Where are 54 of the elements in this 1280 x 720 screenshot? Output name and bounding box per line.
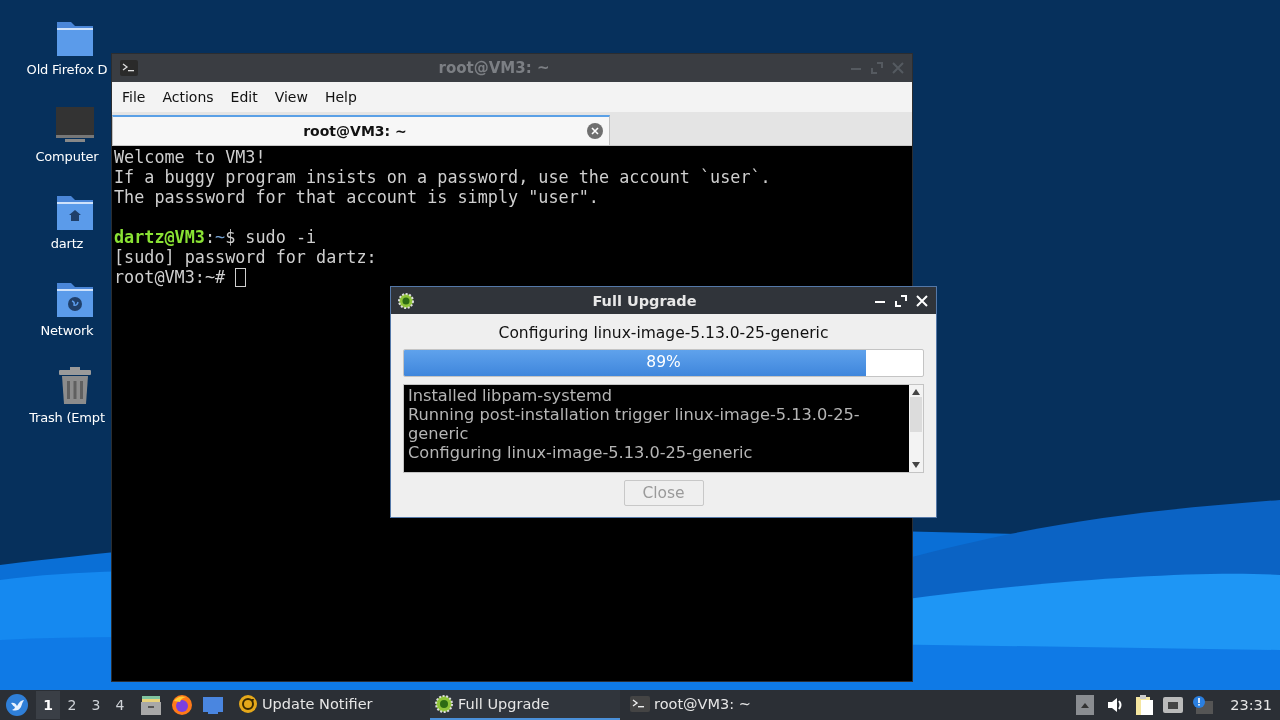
workspace-button[interactable]: 4 bbox=[108, 691, 132, 719]
terminal-text: ~ bbox=[215, 227, 226, 247]
taskbar-button[interactable]: Full Upgrade bbox=[430, 690, 620, 720]
refresh-icon bbox=[238, 694, 258, 714]
terminal-icon bbox=[630, 694, 650, 714]
desktop-icon[interactable] bbox=[202, 694, 224, 716]
workspace-button[interactable]: 2 bbox=[60, 691, 84, 719]
terminal-text: dartz@VM3 bbox=[114, 227, 205, 247]
clipboard-icon[interactable] bbox=[1134, 694, 1155, 716]
menu-item[interactable]: File bbox=[116, 89, 157, 105]
window-title: root@VM3: ~ bbox=[437, 59, 551, 77]
file-cabinet-icon[interactable] bbox=[140, 694, 162, 716]
menu-item[interactable]: Edit bbox=[224, 89, 269, 105]
terminal-text: $ sudo -i bbox=[225, 227, 317, 247]
log-line: Running post-installation trigger linux-image-5.13.0-25-generic bbox=[408, 405, 861, 443]
gear-icon bbox=[434, 694, 454, 714]
icon-label[interactable]: dartz bbox=[50, 235, 84, 252]
taskbar-button[interactable]: root@VM3: ~ bbox=[626, 690, 816, 720]
computer-icon[interactable] bbox=[55, 105, 95, 145]
text-cursor bbox=[235, 267, 247, 287]
status-text: Configuring linux-image-5.13.0-25-generic bbox=[497, 324, 830, 342]
scroll-up-icon[interactable] bbox=[912, 389, 920, 395]
terminal-text: The passsword for that account is simply "user". bbox=[114, 187, 599, 207]
notification-icon[interactable] bbox=[1192, 695, 1215, 715]
up-arrow-icon bbox=[1081, 702, 1090, 708]
terminal-tab[interactable]: root@VM3: ~ bbox=[112, 115, 610, 145]
menu-item[interactable]: Actions bbox=[156, 89, 225, 105]
show-hidden-button[interactable] bbox=[1076, 695, 1095, 715]
terminal-icon bbox=[120, 60, 138, 76]
workspace-button[interactable]: 3 bbox=[84, 691, 108, 719]
terminal-text: [sudo] password for dartz: bbox=[114, 247, 377, 267]
log-line: Configuring linux-image-5.13.0-25-generic bbox=[408, 443, 754, 462]
workspace-button[interactable]: 1 bbox=[36, 691, 60, 719]
terminal-text: Welcome to VM3! bbox=[114, 147, 266, 167]
log-line: Installed libpam-systemd bbox=[408, 386, 613, 405]
icon-label[interactable]: Trash (Empt bbox=[29, 409, 105, 426]
taskbar-button[interactable]: Update Notifier bbox=[234, 690, 424, 720]
gear-icon bbox=[397, 291, 415, 310]
browser-icon[interactable] bbox=[171, 694, 193, 716]
terminal-text: root@VM3:~# bbox=[114, 267, 227, 287]
scroll-down-icon[interactable] bbox=[912, 462, 920, 468]
menu-item[interactable]: Help bbox=[318, 89, 368, 105]
scrollbar[interactable] bbox=[909, 385, 923, 472]
window-title: Full Upgrade bbox=[591, 292, 698, 309]
clock: 23:31 bbox=[1230, 697, 1272, 713]
start-menu-icon[interactable] bbox=[6, 694, 28, 716]
icon-label[interactable]: Old Firefox D bbox=[26, 61, 108, 78]
icon-label[interactable]: Computer bbox=[35, 148, 99, 165]
icon-label[interactable]: Network bbox=[40, 322, 94, 339]
terminal-text: : bbox=[204, 227, 216, 247]
menu-item[interactable]: View bbox=[268, 89, 319, 105]
network-icon[interactable] bbox=[1162, 695, 1185, 715]
terminal-text: If a buggy program insists on a password, use the account `user`. bbox=[114, 167, 771, 187]
progress-reading: 89% bbox=[645, 353, 682, 371]
